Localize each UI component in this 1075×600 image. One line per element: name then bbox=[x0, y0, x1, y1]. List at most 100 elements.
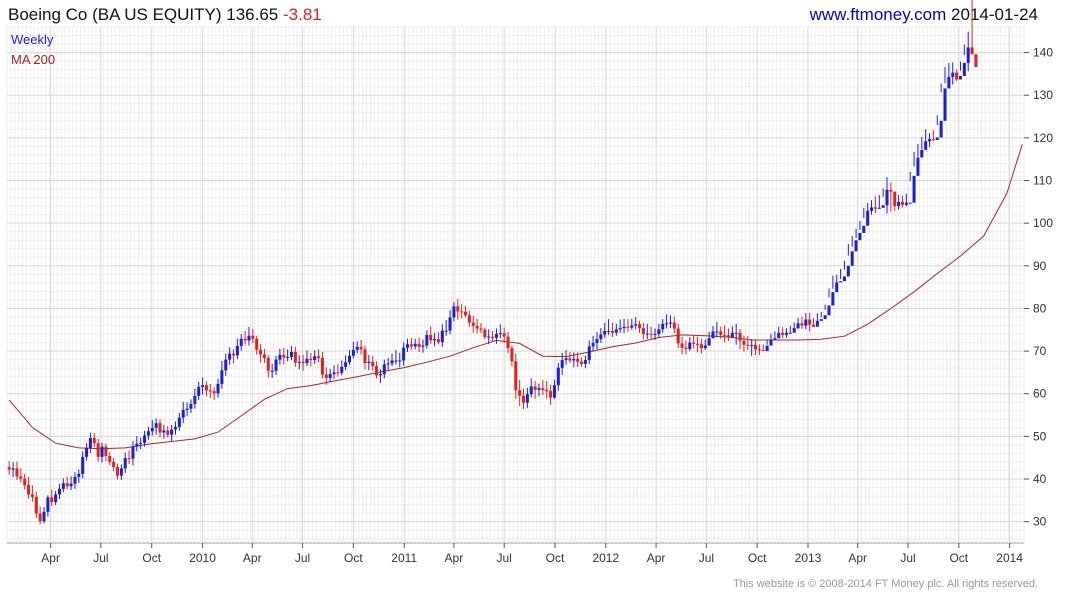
candle-body bbox=[897, 201, 901, 207]
y-tick-label: 60 bbox=[1033, 387, 1047, 401]
candle-body bbox=[282, 354, 286, 358]
candle-body bbox=[235, 345, 239, 356]
candle-body bbox=[626, 326, 630, 328]
candle-body bbox=[576, 358, 580, 362]
candle-body bbox=[858, 232, 862, 241]
candle-body bbox=[943, 88, 947, 121]
candle-body bbox=[850, 251, 854, 266]
candle-body bbox=[375, 366, 379, 376]
candle-body bbox=[889, 189, 893, 192]
candle-body bbox=[908, 202, 912, 204]
candle-body bbox=[201, 385, 205, 387]
candle-body bbox=[409, 344, 413, 347]
candle-body bbox=[649, 333, 653, 335]
candle-body bbox=[599, 334, 603, 340]
candle-body bbox=[607, 331, 611, 333]
candle-body bbox=[634, 324, 638, 326]
candle-body bbox=[42, 511, 46, 522]
candle-body bbox=[603, 331, 607, 335]
candle-body bbox=[498, 333, 502, 335]
candle-body bbox=[266, 357, 270, 371]
candle-body bbox=[773, 338, 777, 341]
candle-body bbox=[846, 265, 850, 277]
candle-body bbox=[587, 346, 591, 361]
candle-body bbox=[537, 388, 541, 390]
candle-body bbox=[23, 478, 27, 486]
y-tick-label: 40 bbox=[1033, 472, 1047, 486]
copyright-footer: This website is © 2008-2014 FT Money plc… bbox=[732, 578, 1038, 590]
candle-body bbox=[788, 332, 792, 334]
candle-body bbox=[916, 157, 920, 176]
candle-body bbox=[313, 356, 317, 361]
candle-body bbox=[464, 311, 468, 316]
candle-body bbox=[912, 175, 916, 203]
candle-body bbox=[460, 311, 464, 313]
candle-body bbox=[784, 332, 788, 335]
candle-body bbox=[197, 386, 201, 396]
candle-body bbox=[158, 423, 162, 433]
candle-body bbox=[854, 240, 858, 252]
candle-body bbox=[630, 325, 634, 328]
candle-body bbox=[502, 333, 506, 337]
candle-body bbox=[34, 496, 38, 514]
candle-body bbox=[842, 276, 846, 282]
candle-body bbox=[614, 329, 618, 333]
candle-body bbox=[139, 442, 143, 444]
candle-body bbox=[363, 349, 367, 364]
candle-body bbox=[115, 467, 119, 476]
candle-body bbox=[796, 323, 800, 329]
candle-body bbox=[657, 329, 661, 335]
candle-body bbox=[475, 325, 479, 329]
candle-body bbox=[560, 360, 564, 368]
candle-body bbox=[85, 447, 89, 457]
candle-body bbox=[185, 408, 189, 410]
candle-body bbox=[398, 360, 402, 362]
candle-body bbox=[100, 446, 104, 457]
candle-body bbox=[533, 386, 537, 390]
candle-body bbox=[781, 332, 785, 335]
candle-body bbox=[212, 391, 216, 394]
candle-body bbox=[38, 513, 42, 522]
candle-body bbox=[692, 342, 696, 344]
candle-body bbox=[757, 349, 761, 351]
candle-body bbox=[955, 72, 959, 80]
candle-body bbox=[479, 328, 483, 330]
x-tick-label: Oct bbox=[546, 551, 565, 565]
candle-body bbox=[193, 395, 197, 404]
candle-body bbox=[827, 305, 831, 316]
x-tick-label: Oct bbox=[949, 551, 968, 565]
candle-body bbox=[382, 364, 386, 375]
candle-body bbox=[220, 370, 224, 384]
candle-body bbox=[278, 354, 282, 360]
candle-body bbox=[108, 456, 112, 462]
candle-body bbox=[177, 417, 181, 428]
legend-weekly: Weekly bbox=[11, 32, 54, 47]
candle-body bbox=[835, 282, 839, 293]
candle-body bbox=[699, 344, 703, 349]
candle-body bbox=[715, 331, 719, 333]
candle-body bbox=[347, 355, 351, 363]
candle-body bbox=[50, 497, 54, 503]
candle-body bbox=[440, 330, 444, 343]
candle-body bbox=[672, 322, 676, 329]
y-tick-label: 130 bbox=[1033, 88, 1053, 102]
candle-body bbox=[444, 330, 448, 332]
candle-body bbox=[839, 281, 843, 283]
y-tick-label: 30 bbox=[1033, 515, 1047, 529]
candle-body bbox=[135, 443, 139, 447]
candle-body bbox=[7, 467, 11, 470]
candle-body bbox=[166, 430, 170, 435]
x-tick-label: Oct bbox=[344, 551, 363, 565]
candle-body bbox=[792, 328, 796, 333]
candle-body bbox=[413, 343, 417, 347]
candle-body bbox=[591, 342, 595, 347]
candle-body bbox=[150, 427, 154, 432]
plot-area bbox=[6, 26, 1025, 544]
candle-body bbox=[719, 331, 723, 335]
legend-ma200: MA 200 bbox=[11, 52, 56, 67]
candle-body bbox=[750, 345, 754, 347]
candle-body bbox=[402, 347, 406, 361]
candle-body bbox=[962, 62, 966, 77]
candle-body bbox=[541, 388, 545, 390]
candle-body bbox=[189, 403, 193, 409]
